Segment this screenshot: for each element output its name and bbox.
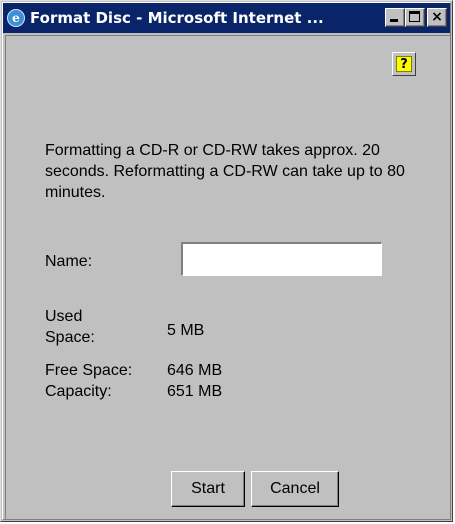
name-label: Name: <box>45 253 93 270</box>
dialog-content <box>5 35 450 519</box>
window-title: Format Disc - Microsoft Internet ... <box>30 9 324 27</box>
capacity-label: Capacity: <box>45 383 112 400</box>
internet-explorer-icon[interactable]: e <box>7 9 25 27</box>
cancel-button[interactable]: Cancel <box>251 471 339 507</box>
minimize-icon <box>390 19 398 22</box>
maximize-icon <box>409 11 420 22</box>
free-space-label: Free Space: <box>45 362 133 379</box>
minimize-button[interactable] <box>385 8 405 27</box>
close-button[interactable]: × <box>427 8 447 27</box>
name-input[interactable] <box>181 242 382 276</box>
used-space-value: 5 MB <box>167 322 205 339</box>
free-space-value: 646 MB <box>167 362 223 379</box>
used-space-label: Used Space: <box>45 308 95 346</box>
close-icon: × <box>431 9 443 25</box>
capacity-value: 651 MB <box>167 383 223 400</box>
title-bar[interactable]: e Format Disc - Microsoft Internet ... × <box>3 3 450 33</box>
format-description: Formatting a CD-R or CD-RW takes approx.… <box>45 142 405 201</box>
start-button[interactable]: Start <box>171 471 245 507</box>
window-controls: × <box>385 8 447 27</box>
help-icon: ? <box>396 56 412 72</box>
maximize-button[interactable] <box>405 8 425 27</box>
help-button[interactable]: ? <box>392 52 416 76</box>
format-disc-window: e Format Disc - Microsoft Internet ... ×… <box>0 0 453 522</box>
